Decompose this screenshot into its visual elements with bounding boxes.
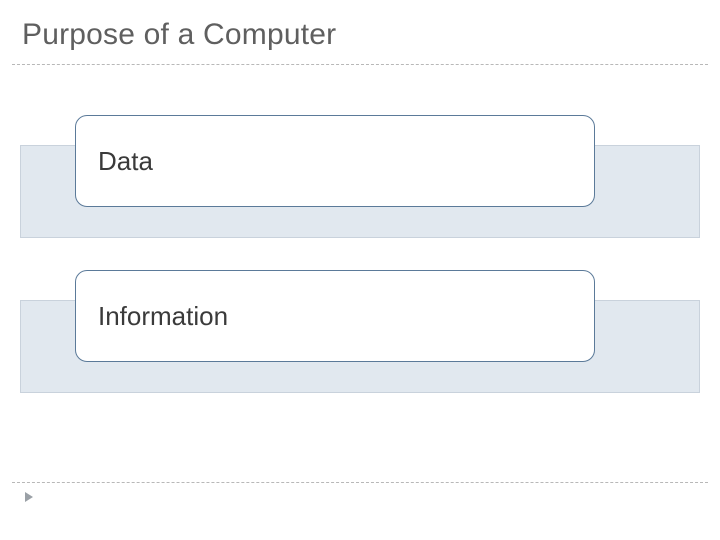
title-divider: [12, 64, 708, 65]
slide: Purpose of a Computer Data Information: [0, 0, 720, 540]
card-information: Information: [75, 270, 595, 362]
card-label-data: Data: [98, 146, 153, 177]
card-data: Data: [75, 115, 595, 207]
slide-title: Purpose of a Computer: [22, 18, 336, 52]
card-label-information: Information: [98, 301, 228, 332]
footer-arrow-icon: [25, 492, 33, 502]
footer-divider: [12, 482, 708, 483]
